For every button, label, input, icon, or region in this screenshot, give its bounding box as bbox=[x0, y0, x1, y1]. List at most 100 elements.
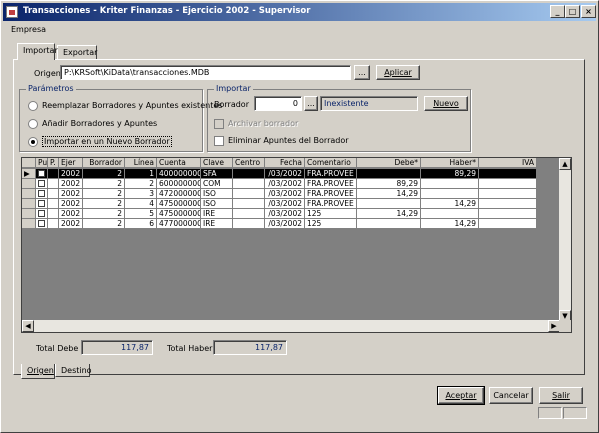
tab-importar[interactable]: Importar bbox=[17, 43, 58, 60]
title-bar[interactable]: Transacciones - Kriter Finanzas - Ejerci… bbox=[3, 3, 596, 21]
aplicar-button[interactable]: Aplicar bbox=[376, 65, 420, 80]
cell-linea[interactable]: 4 bbox=[125, 199, 157, 209]
column-header-borrador[interactable]: Borrador bbox=[83, 158, 125, 168]
horizontal-scrollbar[interactable]: ◀ ▶ bbox=[22, 320, 560, 332]
radio-nuevo-borrador[interactable] bbox=[28, 137, 38, 147]
cell-haber[interactable] bbox=[421, 179, 479, 189]
cell-ejer[interactable]: 2002 bbox=[59, 209, 83, 219]
cell-linea[interactable]: 3 bbox=[125, 189, 157, 199]
vertical-scrollbar[interactable]: ▲ ▼ bbox=[559, 158, 571, 322]
aceptar-button[interactable]: Aceptar bbox=[437, 386, 485, 405]
salir-button[interactable]: Salir bbox=[539, 387, 583, 404]
borrador-input[interactable]: 0 bbox=[254, 96, 302, 111]
cell-linea[interactable]: 5 bbox=[125, 209, 157, 219]
maximize-button[interactable]: □ bbox=[565, 5, 580, 18]
cell-haber[interactable]: 14,29 bbox=[421, 219, 479, 229]
pu-checkbox[interactable] bbox=[36, 179, 48, 189]
archivar-checkbox[interactable] bbox=[214, 119, 224, 129]
column-header-haber[interactable]: Haber* bbox=[421, 158, 479, 168]
cell-comentario[interactable]: 125 bbox=[305, 219, 357, 229]
cell-iva[interactable] bbox=[479, 189, 537, 199]
table-row[interactable]: ▶ 2002 2 1 400000000 SFA/03/2002 FRA.PROVEE 89,… bbox=[22, 169, 560, 179]
cell-cuenta[interactable]: 472000000 bbox=[157, 189, 201, 199]
origen-path-input[interactable]: P:\KRSoft\KiData\transacciones.MDB bbox=[60, 65, 351, 80]
cell-debe[interactable]: 89,29 bbox=[357, 179, 421, 189]
cell-fecha[interactable]: /03/2002 bbox=[265, 199, 305, 209]
pu-checkbox[interactable] bbox=[36, 219, 48, 229]
borrador-browse-button[interactable]: ... bbox=[304, 96, 318, 111]
cell-iva[interactable] bbox=[479, 169, 537, 179]
cell-centro[interactable] bbox=[233, 189, 265, 199]
p-cell[interactable] bbox=[48, 179, 59, 189]
column-header-fecha[interactable]: Fecha bbox=[265, 158, 305, 168]
cell-centro[interactable] bbox=[233, 169, 265, 179]
column-header-iva[interactable]: IVA bbox=[479, 158, 537, 168]
column-header-ejer[interactable]: Ejer bbox=[59, 158, 83, 168]
column-header-p[interactable]: P. bbox=[48, 158, 59, 168]
cell-clave[interactable]: ISO bbox=[201, 189, 233, 199]
column-header-linea[interactable]: Línea bbox=[125, 158, 157, 168]
eliminar-apuntes-checkbox[interactable] bbox=[214, 136, 224, 146]
cell-iva[interactable] bbox=[479, 219, 537, 229]
cell-comentario[interactable]: 125 bbox=[305, 209, 357, 219]
cell-ejer[interactable]: 2002 bbox=[59, 189, 83, 199]
tab-origen[interactable]: Origen bbox=[21, 364, 55, 379]
cell-iva[interactable] bbox=[479, 199, 537, 209]
cell-borrador[interactable]: 2 bbox=[83, 219, 125, 229]
cell-cuenta[interactable]: 477000000 bbox=[157, 219, 201, 229]
cell-debe[interactable]: 14,29 bbox=[357, 209, 421, 219]
column-header-cuenta[interactable]: Cuenta bbox=[157, 158, 201, 168]
cell-borrador[interactable]: 2 bbox=[83, 209, 125, 219]
origen-browse-button[interactable]: ... bbox=[354, 65, 370, 80]
cell-comentario[interactable]: FRA.PROVEE bbox=[305, 179, 357, 189]
scroll-up-icon[interactable]: ▲ bbox=[559, 158, 571, 170]
cell-cuenta[interactable]: 400000000 bbox=[157, 169, 201, 179]
cell-centro[interactable] bbox=[233, 219, 265, 229]
radio-anadir[interactable] bbox=[28, 119, 38, 129]
column-header-indicator[interactable] bbox=[22, 158, 36, 168]
cell-ejer[interactable]: 2002 bbox=[59, 199, 83, 209]
p-cell[interactable] bbox=[48, 219, 59, 229]
column-header-centro[interactable]: Centro bbox=[233, 158, 265, 168]
cell-ejer[interactable]: 2002 bbox=[59, 219, 83, 229]
cell-ejer[interactable]: 2002 bbox=[59, 179, 83, 189]
p-cell[interactable] bbox=[48, 169, 59, 179]
cell-comentario[interactable]: FRA.PROVEE bbox=[305, 169, 357, 179]
cell-haber[interactable] bbox=[421, 209, 479, 219]
table-row[interactable]: 2002 2 4 475000000 ISO/03/2002 FRA.PROVEE 14,2… bbox=[22, 199, 560, 209]
cell-fecha[interactable]: /03/2002 bbox=[265, 219, 305, 229]
minimize-button[interactable]: _ bbox=[550, 5, 565, 18]
pu-checkbox[interactable] bbox=[36, 189, 48, 199]
tab-destino[interactable]: Destino bbox=[55, 364, 92, 377]
scroll-left-icon[interactable]: ◀ bbox=[22, 320, 34, 332]
cell-comentario[interactable]: FRA.PROVEE bbox=[305, 199, 357, 209]
column-header-debe[interactable]: Debe* bbox=[357, 158, 421, 168]
cell-clave[interactable]: SFA bbox=[201, 169, 233, 179]
radio-reemplazar[interactable] bbox=[28, 101, 38, 111]
table-row[interactable]: 2002 2 5 475000000 IRE/03/2002 125 14,29 bbox=[22, 209, 560, 219]
pu-checkbox[interactable] bbox=[36, 199, 48, 209]
cell-linea[interactable]: 2 bbox=[125, 179, 157, 189]
cell-ejer[interactable]: 2002 bbox=[59, 169, 83, 179]
menu-empresa[interactable]: Empresa bbox=[11, 25, 46, 34]
cell-haber[interactable]: 89,29 bbox=[421, 169, 479, 179]
cell-debe[interactable] bbox=[357, 199, 421, 209]
cell-fecha[interactable]: /03/2002 bbox=[265, 209, 305, 219]
cell-clave[interactable]: COM bbox=[201, 179, 233, 189]
p-cell[interactable] bbox=[48, 199, 59, 209]
column-header-clave[interactable]: Clave bbox=[201, 158, 233, 168]
cell-centro[interactable] bbox=[233, 209, 265, 219]
cell-debe[interactable]: 14,29 bbox=[357, 189, 421, 199]
cell-linea[interactable]: 1 bbox=[125, 169, 157, 179]
cell-fecha[interactable]: /03/2002 bbox=[265, 189, 305, 199]
cell-centro[interactable] bbox=[233, 199, 265, 209]
cell-linea[interactable]: 6 bbox=[125, 219, 157, 229]
table-row[interactable]: 2002 2 6 477000000 IRE/03/2002 125 14,29 bbox=[22, 219, 560, 229]
cell-fecha[interactable]: /03/2002 bbox=[265, 179, 305, 189]
table-row[interactable]: 2002 2 2 600000000 COM/03/2002 FRA.PROVEE 89,2… bbox=[22, 179, 560, 189]
column-header-comentario[interactable]: Comentario bbox=[305, 158, 357, 168]
cell-clave[interactable]: IRE bbox=[201, 209, 233, 219]
cell-borrador[interactable]: 2 bbox=[83, 179, 125, 189]
cell-debe[interactable] bbox=[357, 169, 421, 179]
cell-debe[interactable] bbox=[357, 219, 421, 229]
